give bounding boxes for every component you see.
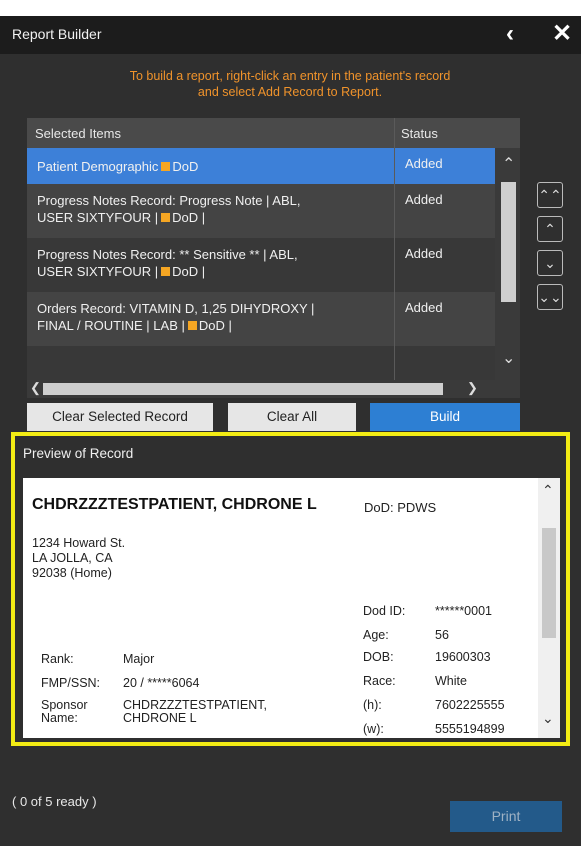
age-label: Age: <box>363 628 389 642</box>
dodid-label: Dod ID: <box>363 604 406 618</box>
row-source-text: DoD | <box>172 210 206 225</box>
column-header-status[interactable]: Status <box>401 126 438 141</box>
row-source-text: DoD | <box>198 318 232 333</box>
move-up-button[interactable]: ⌃ <box>537 216 563 242</box>
scrollbar-thumb[interactable] <box>501 182 516 302</box>
address-line-2: LA JOLLA, CA <box>32 551 113 565</box>
sponsor-value-line-2: CHDRONE L <box>123 711 197 725</box>
address-line-1: 1234 Howard St. <box>32 536 126 550</box>
record-source: DoD: PDWS <box>364 500 437 515</box>
column-divider <box>394 118 395 380</box>
grid-row-progress-note[interactable]: Progress Notes Record: Progress Note | A… <box>27 184 495 238</box>
row-source-text: DoD | <box>172 264 206 279</box>
title-bar: Report Builder ‹ ✕ <box>0 16 581 54</box>
scroll-left-icon[interactable]: ❮ <box>30 380 41 396</box>
row-item-text-2: USER SIXTYFOUR | <box>37 210 159 225</box>
race-value: White <box>435 674 467 688</box>
row-status: Added <box>405 192 443 207</box>
row-item-text: Orders Record: VITAMIN D, 1,25 DIHYDROXY… <box>37 301 315 316</box>
dod-square-icon <box>187 321 197 330</box>
instructions-line-1: To build a report, right-click an entry … <box>129 69 451 83</box>
build-button[interactable]: Build <box>370 403 520 431</box>
preview-vertical-scrollbar[interactable]: ⌃ ⌄ <box>538 478 560 738</box>
age-value: 56 <box>435 628 449 642</box>
dod-square-icon <box>161 213 171 222</box>
address-line-3: 92038 (Home) <box>32 566 112 580</box>
preview-content: CHDRZZZTESTPATIENT, CHDRONE L DoD: PDWS … <box>23 478 560 738</box>
rank-label: Rank: <box>41 652 74 666</box>
ready-status-text: ( 0 of 5 ready ) <box>12 794 97 809</box>
home-phone-label: (h): <box>363 698 382 712</box>
scroll-down-icon[interactable]: ⌄ <box>502 348 515 368</box>
work-phone-label: (w): <box>363 722 384 736</box>
grid-row-patient-demographic[interactable]: Patient Demographic DoD Added <box>27 148 495 184</box>
scroll-right-icon[interactable]: ❯ <box>467 380 478 396</box>
row-item-text: Patient Demographic <box>37 159 159 174</box>
dob-value: 19600303 <box>435 650 491 664</box>
dod-square-icon <box>161 162 171 171</box>
close-icon[interactable]: ✕ <box>552 20 572 48</box>
preview-scroll-down-icon[interactable]: ⌄ <box>542 710 554 727</box>
row-status: Added <box>405 246 443 261</box>
grid-vertical-scrollbar[interactable]: ⌃ ⌄ <box>497 148 520 380</box>
grid-horizontal-scrollbar[interactable]: ❮ ❯ <box>27 380 497 398</box>
row-item-text: Progress Notes Record: ** Sensitive ** |… <box>37 247 298 262</box>
dodid-value: ******0001 <box>435 604 492 618</box>
preview-scroll-up-icon[interactable]: ⌃ <box>542 482 554 499</box>
fmp-ssn-label: FMP/SSN: <box>41 676 101 690</box>
grid-header: Selected Items Status <box>27 118 520 148</box>
race-label: Race: <box>363 674 396 688</box>
fmp-ssn-value: 20 / *****6064 <box>123 676 200 690</box>
rank-value: Major <box>123 652 155 666</box>
preview-of-record-panel: Preview of Record CHDRZZZTESTPATIENT, CH… <box>11 432 570 746</box>
print-button[interactable]: Print <box>450 801 562 832</box>
move-down-button[interactable]: ⌄ <box>537 250 563 276</box>
sponsor-label-line-1: Sponsor <box>41 698 88 712</box>
row-item-text-2: FINAL / ROUTINE | LAB | <box>37 318 185 333</box>
dob-label: DOB: <box>363 650 394 664</box>
instructions-line-2: and select Add Record to Report. <box>197 85 383 99</box>
row-item-text: Progress Notes Record: Progress Note | A… <box>37 193 301 208</box>
grid-row-orders[interactable]: Orders Record: VITAMIN D, 1,25 DIHYDROXY… <box>27 292 495 346</box>
row-status: Added <box>405 156 443 171</box>
row-status: Added <box>405 300 443 315</box>
back-chevron-icon[interactable]: ‹ <box>506 20 514 48</box>
column-header-selected-items[interactable]: Selected Items <box>35 126 121 141</box>
move-to-bottom-button[interactable]: ⌄⌄ <box>537 284 563 310</box>
report-builder-window: Report Builder ‹ ✕ To build a report, ri… <box>0 16 581 846</box>
sponsor-label-line-2: Name: <box>41 711 78 725</box>
scrollbar-thumb[interactable] <box>542 528 556 638</box>
clear-all-button[interactable]: Clear All <box>228 403 356 431</box>
preview-label: Preview of Record <box>23 446 134 461</box>
row-item-text-2: USER SIXTYFOUR | <box>37 264 159 279</box>
scroll-up-icon[interactable]: ⌃ <box>502 154 515 174</box>
home-phone-value: 7602225555 <box>435 698 505 712</box>
selected-items-grid: Selected Items Status Patient Demographi… <box>27 118 520 398</box>
window-title: Report Builder <box>12 26 102 42</box>
row-source-text: DoD <box>172 159 199 174</box>
patient-name: CHDRZZZTESTPATIENT, CHDRONE L <box>32 496 317 513</box>
grid-row-empty <box>27 346 495 380</box>
dod-square-icon <box>161 267 171 276</box>
scrollbar-thumb[interactable] <box>43 383 443 395</box>
work-phone-value: 5555194899 <box>435 722 505 736</box>
grid-row-sensitive-note[interactable]: Progress Notes Record: ** Sensitive ** |… <box>27 238 495 292</box>
clear-selected-record-button[interactable]: Clear Selected Record <box>27 403 213 431</box>
move-to-top-button[interactable]: ⌃⌃ <box>537 182 563 208</box>
instructions-text: To build a report, right-click an entry … <box>60 68 520 100</box>
sponsor-value-line-1: CHDRZZZTESTPATIENT, <box>123 698 267 712</box>
